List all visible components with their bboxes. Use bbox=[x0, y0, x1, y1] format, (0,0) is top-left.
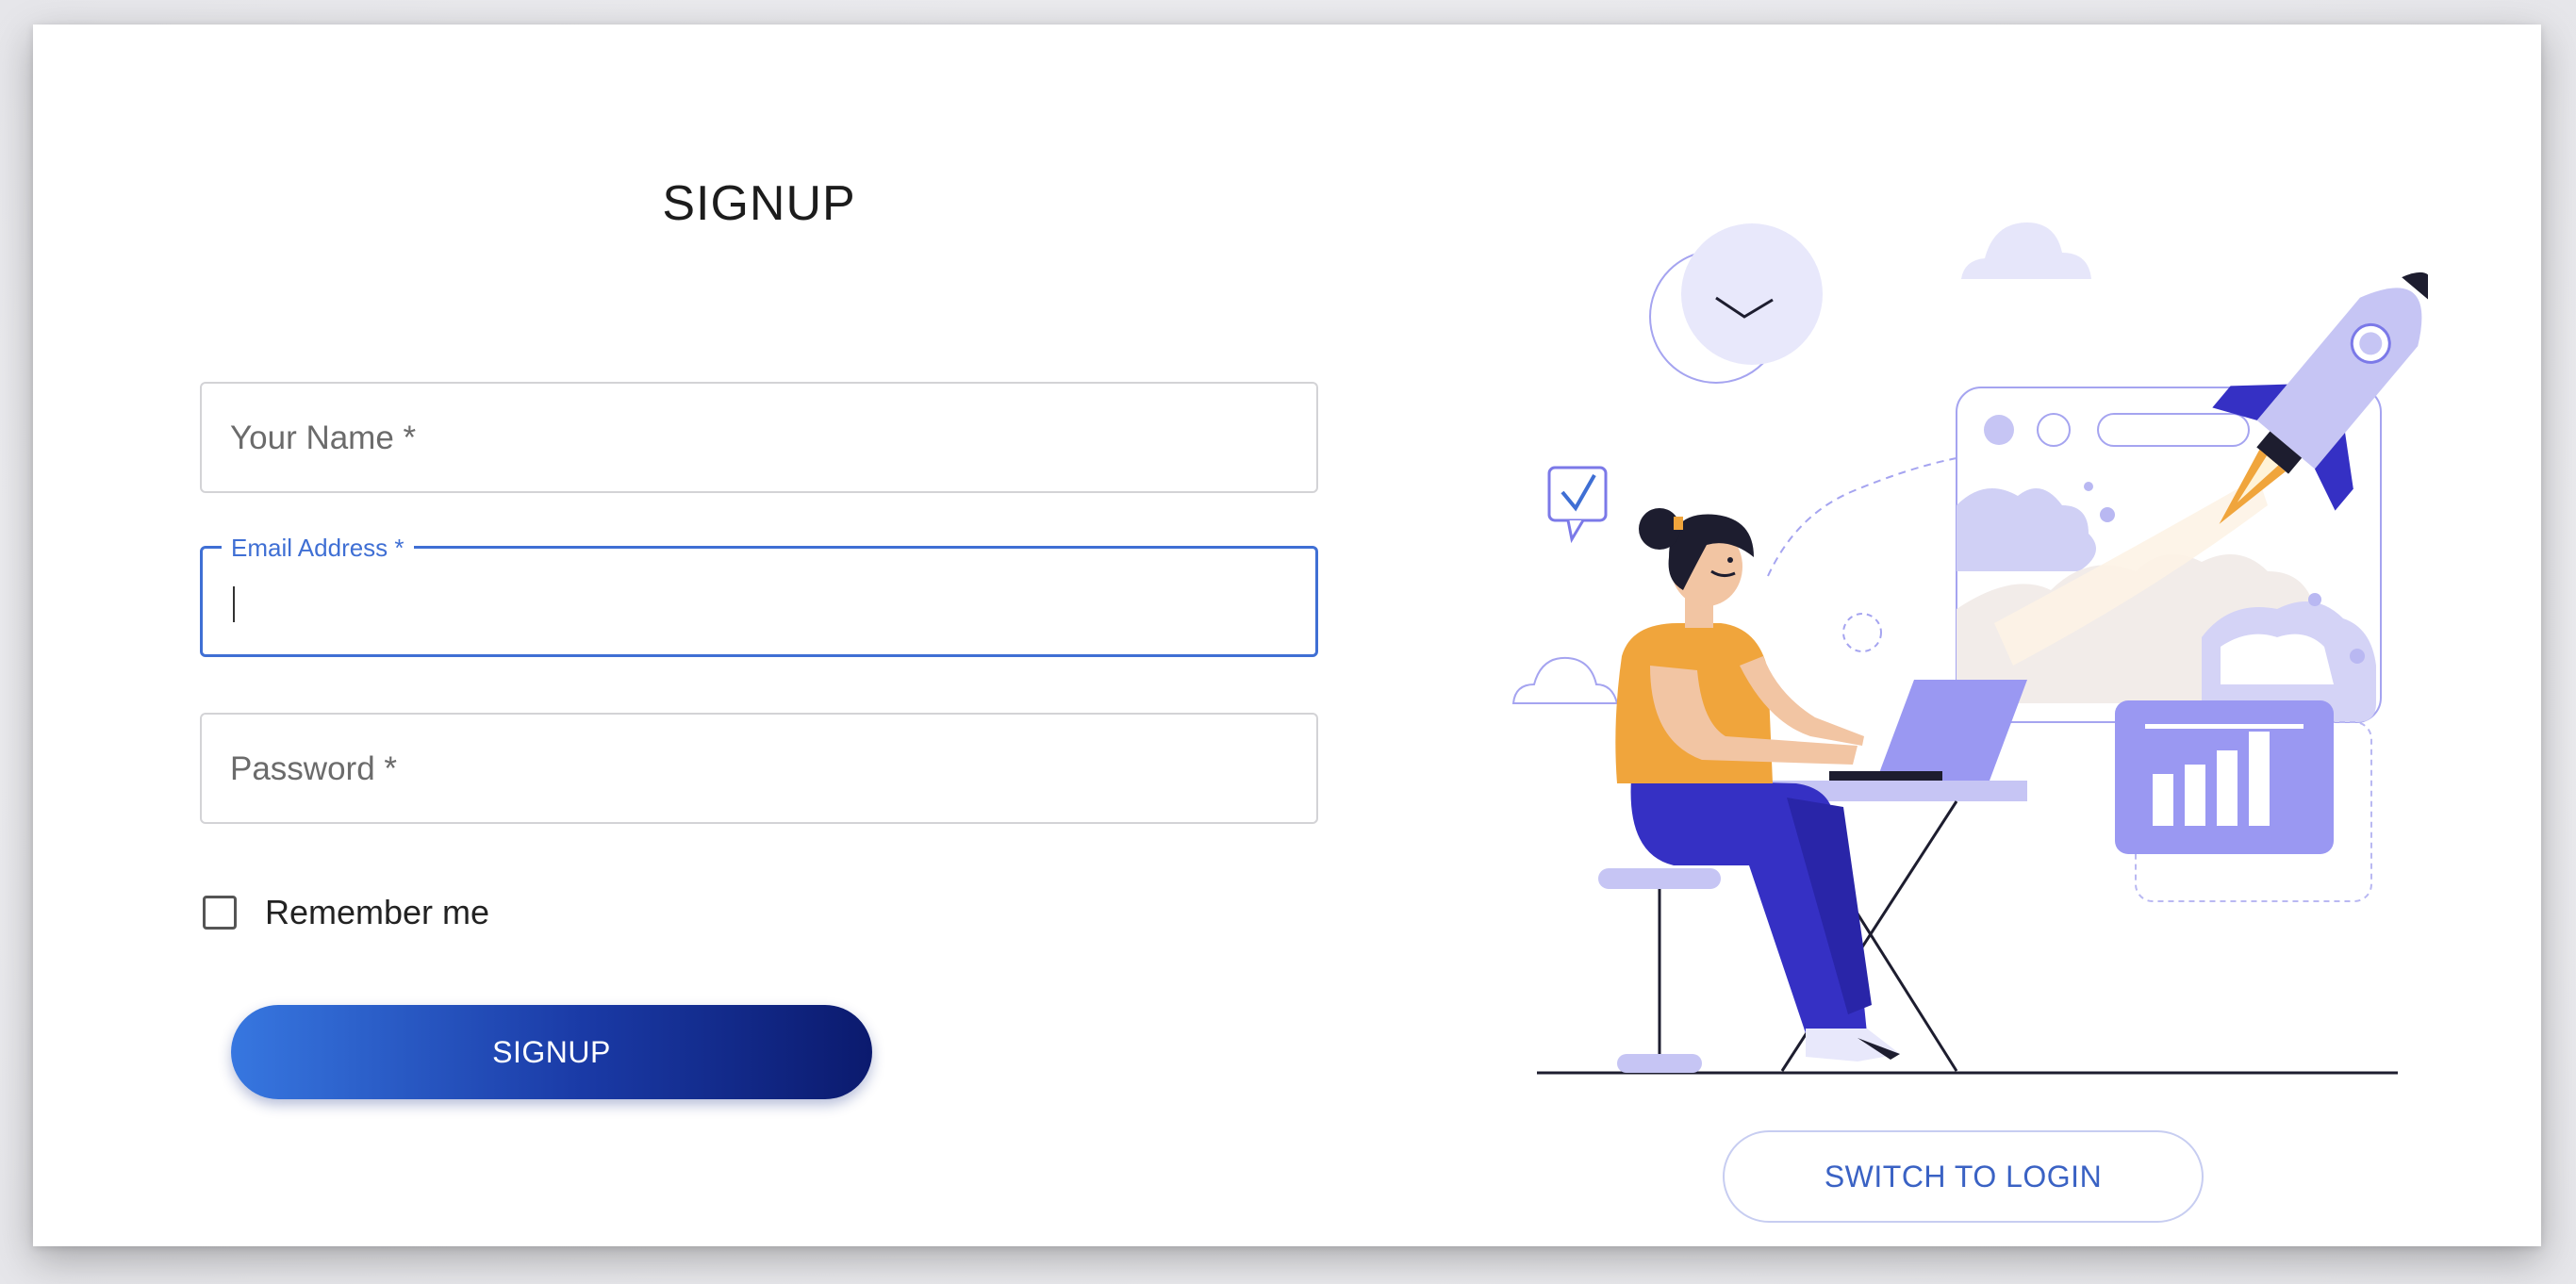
bar-chart-icon bbox=[2115, 700, 2372, 902]
stool-icon bbox=[1598, 868, 1721, 1073]
signup-button[interactable]: SIGNUP bbox=[231, 1005, 872, 1099]
cloud-icon bbox=[1511, 656, 1619, 704]
email-floating-label: Email Address * bbox=[222, 534, 414, 563]
checkmark-icon bbox=[1547, 466, 1608, 544]
email-input[interactable]: Email Address * bbox=[200, 534, 1318, 657]
name-placeholder: Your Name * bbox=[230, 420, 417, 456]
signup-illustration bbox=[1511, 222, 2428, 1075]
name-input[interactable]: Your Name * bbox=[200, 382, 1318, 493]
cloud-icon bbox=[1961, 222, 2091, 279]
remember-me-checkbox[interactable] bbox=[203, 896, 237, 930]
password-placeholder: Password * bbox=[230, 750, 398, 787]
text-caret bbox=[233, 586, 235, 622]
password-input[interactable]: Password * bbox=[200, 713, 1318, 824]
laptop-icon bbox=[1829, 680, 2027, 781]
signup-card: SIGNUP Your Name * Email Address * Passw… bbox=[33, 25, 2541, 1246]
remember-me-row[interactable]: Remember me bbox=[203, 892, 489, 933]
clock-icon bbox=[1649, 223, 1823, 384]
remember-me-label: Remember me bbox=[265, 893, 490, 931]
page-title: SIGNUP bbox=[662, 176, 856, 231]
switch-to-login-button[interactable]: SWITCH TO LOGIN bbox=[1723, 1130, 2204, 1223]
